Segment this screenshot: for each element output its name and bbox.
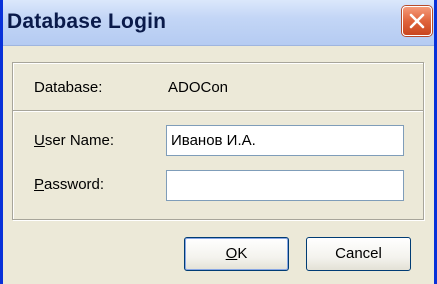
title-bar[interactable]: Database Login bbox=[3, 0, 434, 46]
ok-label-rest: K bbox=[237, 245, 248, 262]
dialog-title: Database Login bbox=[7, 10, 167, 33]
login-dialog: Database Login Database: ADOCon User Nam… bbox=[0, 0, 437, 284]
password-label-rest: assword: bbox=[44, 176, 105, 193]
group-divider bbox=[13, 110, 423, 112]
ok-mnemonic: O bbox=[225, 245, 238, 262]
cancel-button[interactable]: Cancel bbox=[306, 237, 411, 271]
database-label: Database: bbox=[34, 79, 103, 96]
username-input[interactable] bbox=[166, 125, 404, 156]
login-groupbox: Database: ADOCon User Name: Password: bbox=[12, 62, 424, 220]
password-mnemonic: P bbox=[34, 176, 45, 193]
close-button[interactable] bbox=[402, 6, 432, 36]
ok-button[interactable]: OK bbox=[184, 237, 289, 271]
close-icon bbox=[409, 13, 425, 29]
username-mnemonic: U bbox=[34, 132, 45, 149]
username-label-rest: ser Name: bbox=[44, 132, 115, 149]
password-label: Password: bbox=[34, 176, 104, 193]
username-label: User Name: bbox=[34, 132, 114, 149]
password-input[interactable] bbox=[166, 170, 404, 201]
database-value: ADOCon bbox=[168, 79, 229, 96]
